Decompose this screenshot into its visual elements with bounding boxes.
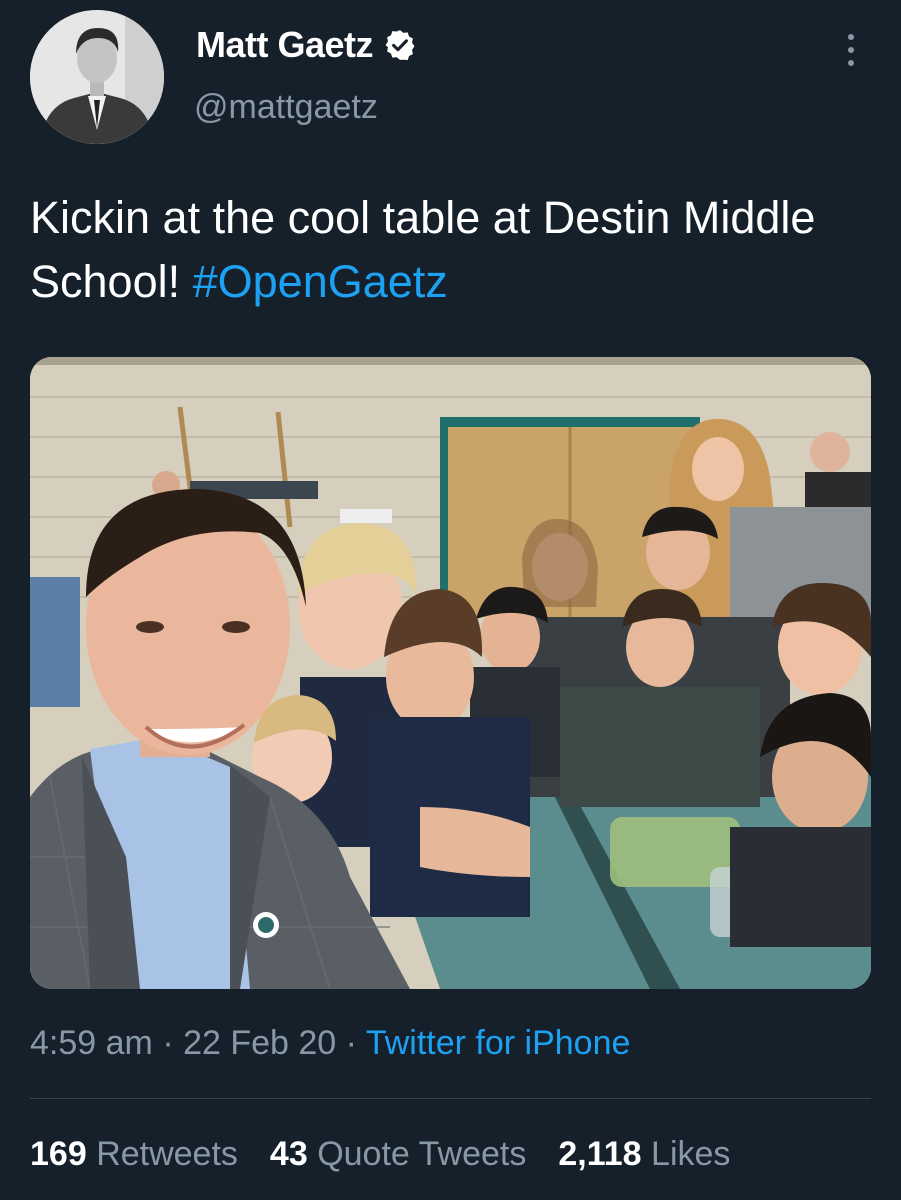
hashtag-link[interactable]: #OpenGaetz	[193, 256, 448, 307]
meta-separator: ·	[345, 1024, 357, 1062]
divider	[30, 1098, 871, 1099]
retweets-label: Retweets	[96, 1135, 238, 1173]
likes-label: Likes	[651, 1135, 731, 1173]
likes-stat[interactable]: 2,118 Likes	[558, 1135, 730, 1174]
display-name-row[interactable]: Matt Gaetz	[196, 24, 417, 66]
tweet-source-link[interactable]: Twitter for iPhone	[366, 1024, 631, 1062]
more-options-button[interactable]	[836, 30, 866, 70]
tweet-date[interactable]: 22 Feb 20	[183, 1024, 336, 1062]
meta-separator: ·	[162, 1024, 174, 1062]
tweet-text: Kickin at the cool table at Destin Middl…	[30, 186, 870, 314]
quote-tweets-stat[interactable]: 43 Quote Tweets	[270, 1135, 526, 1174]
verified-badge-icon	[383, 28, 417, 62]
user-handle[interactable]: @mattgaetz	[194, 88, 378, 127]
display-name[interactable]: Matt Gaetz	[196, 24, 374, 66]
likes-count: 2,118	[558, 1135, 642, 1173]
tweet-time[interactable]: 4:59 am	[30, 1024, 153, 1062]
tweet-stats: 169 Retweets 43 Quote Tweets 2,118 Likes	[30, 1135, 730, 1174]
avatar[interactable]	[30, 10, 164, 144]
retweets-count: 169	[30, 1135, 87, 1173]
quote-tweets-count: 43	[269, 1135, 308, 1173]
tweet-photo[interactable]	[30, 357, 871, 989]
quote-tweets-label: Quote Tweets	[317, 1135, 527, 1173]
tweet-meta: 4:59 am · 22 Feb 20 · Twitter for iPhone	[30, 1024, 630, 1063]
more-vertical-icon	[848, 34, 854, 40]
retweets-stat[interactable]: 169 Retweets	[30, 1135, 238, 1174]
